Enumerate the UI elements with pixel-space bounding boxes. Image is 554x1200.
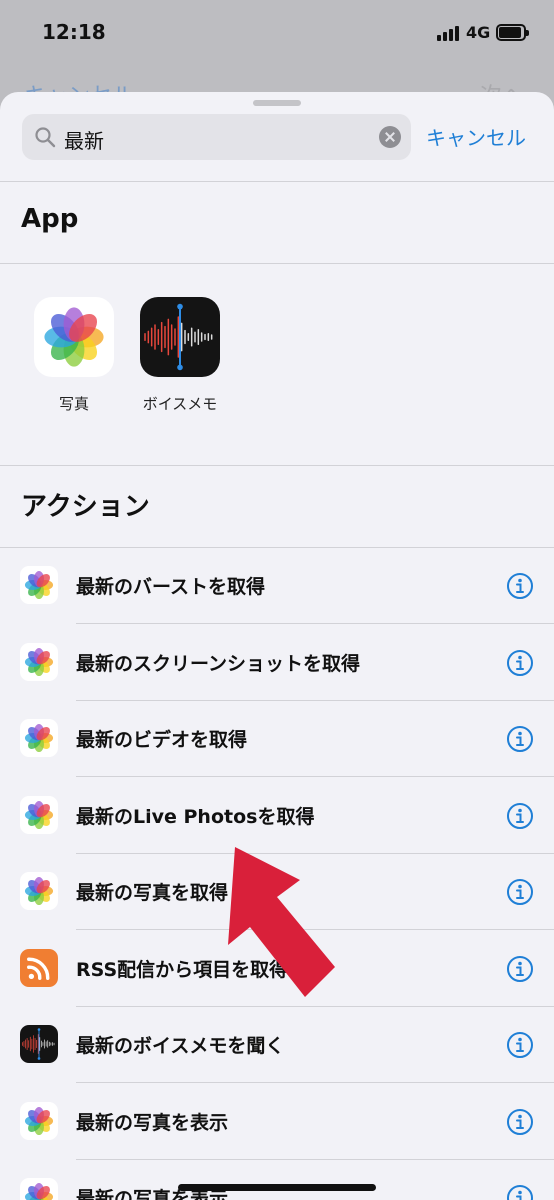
action-row[interactable]: 最新のLive Photosを取得 — [0, 778, 554, 854]
photos-icon — [20, 566, 58, 604]
divider — [0, 263, 554, 264]
photos-icon — [20, 872, 58, 910]
photos-icon — [20, 1178, 58, 1200]
divider — [0, 465, 554, 466]
photos-icon — [20, 795, 58, 834]
home-indicator[interactable] — [178, 1184, 376, 1191]
info-icon[interactable] — [506, 878, 534, 906]
divider — [0, 181, 554, 182]
status-bar: 12:18 4G — [0, 0, 554, 66]
clear-search-button[interactable] — [379, 126, 401, 148]
search-field[interactable]: 最新 — [22, 114, 411, 160]
action-row[interactable]: 最新の写真を表示 — [0, 1160, 554, 1200]
voice-memos-icon — [20, 1025, 58, 1063]
info-icon[interactable] — [506, 1184, 534, 1200]
action-label: RSS配信から項目を取得 — [76, 958, 289, 981]
cancel-button[interactable]: キャンセル — [426, 122, 526, 151]
action-label: 最新のLive Photosを取得 — [76, 805, 315, 828]
photos-icon — [20, 642, 58, 681]
action-label: 最新の写真を表示 — [76, 1111, 229, 1134]
status-time: 12:18 — [42, 20, 106, 44]
action-label: 最新のバーストを取得 — [76, 576, 266, 598]
battery-icon — [496, 24, 529, 41]
rss-icon — [20, 948, 58, 987]
app-label: 写真 — [58, 395, 89, 413]
voice-memos-icon — [140, 297, 220, 377]
signal-icon — [437, 25, 463, 41]
info-icon[interactable] — [506, 725, 534, 753]
search-icon — [35, 127, 56, 148]
action-row[interactable]: 最新のバーストを取得 — [0, 548, 554, 624]
action-row[interactable]: 最新のボイスメモを聞く — [0, 1007, 554, 1083]
info-icon[interactable] — [506, 1108, 534, 1136]
app-label: ボイスメモ — [142, 395, 218, 413]
action-row[interactable]: RSS配信から項目を取得 — [0, 931, 554, 1007]
info-icon[interactable] — [506, 1031, 534, 1059]
search-query[interactable]: 最新 — [64, 125, 104, 154]
photos-icon — [34, 297, 114, 377]
sheet-grabber[interactable] — [253, 100, 301, 106]
app-tile-photos[interactable]: 写真 — [32, 297, 116, 414]
action-label: 最新のボイスメモを聞く — [76, 1035, 285, 1057]
info-icon[interactable] — [506, 955, 534, 983]
info-icon[interactable] — [506, 802, 534, 830]
action-row[interactable]: 最新の写真を表示 — [0, 1084, 554, 1160]
info-icon[interactable] — [506, 649, 534, 677]
info-icon[interactable] — [506, 572, 534, 600]
action-row[interactable]: 最新のビデオを取得 — [0, 701, 554, 777]
photos-icon — [20, 1101, 58, 1140]
photos-icon — [20, 719, 58, 757]
search-sheet: 最新 キャンセル App 写真 ボイスメモ アクション 最新のバーストを取得 最新… — [0, 92, 554, 1200]
action-label: 最新のスクリーンショットを取得 — [76, 652, 361, 675]
action-row[interactable]: 最新の写真を取得 — [0, 854, 554, 930]
action-label: 最新の写真を取得 — [76, 882, 229, 904]
section-title-actions: アクション — [21, 492, 150, 522]
action-label: 最新のビデオを取得 — [76, 729, 248, 751]
section-title-app: App — [21, 204, 79, 234]
app-tile-voice-memos[interactable]: ボイスメモ — [138, 297, 222, 414]
network-type: 4G — [466, 23, 491, 42]
action-row[interactable]: 最新のスクリーンショットを取得 — [0, 625, 554, 701]
